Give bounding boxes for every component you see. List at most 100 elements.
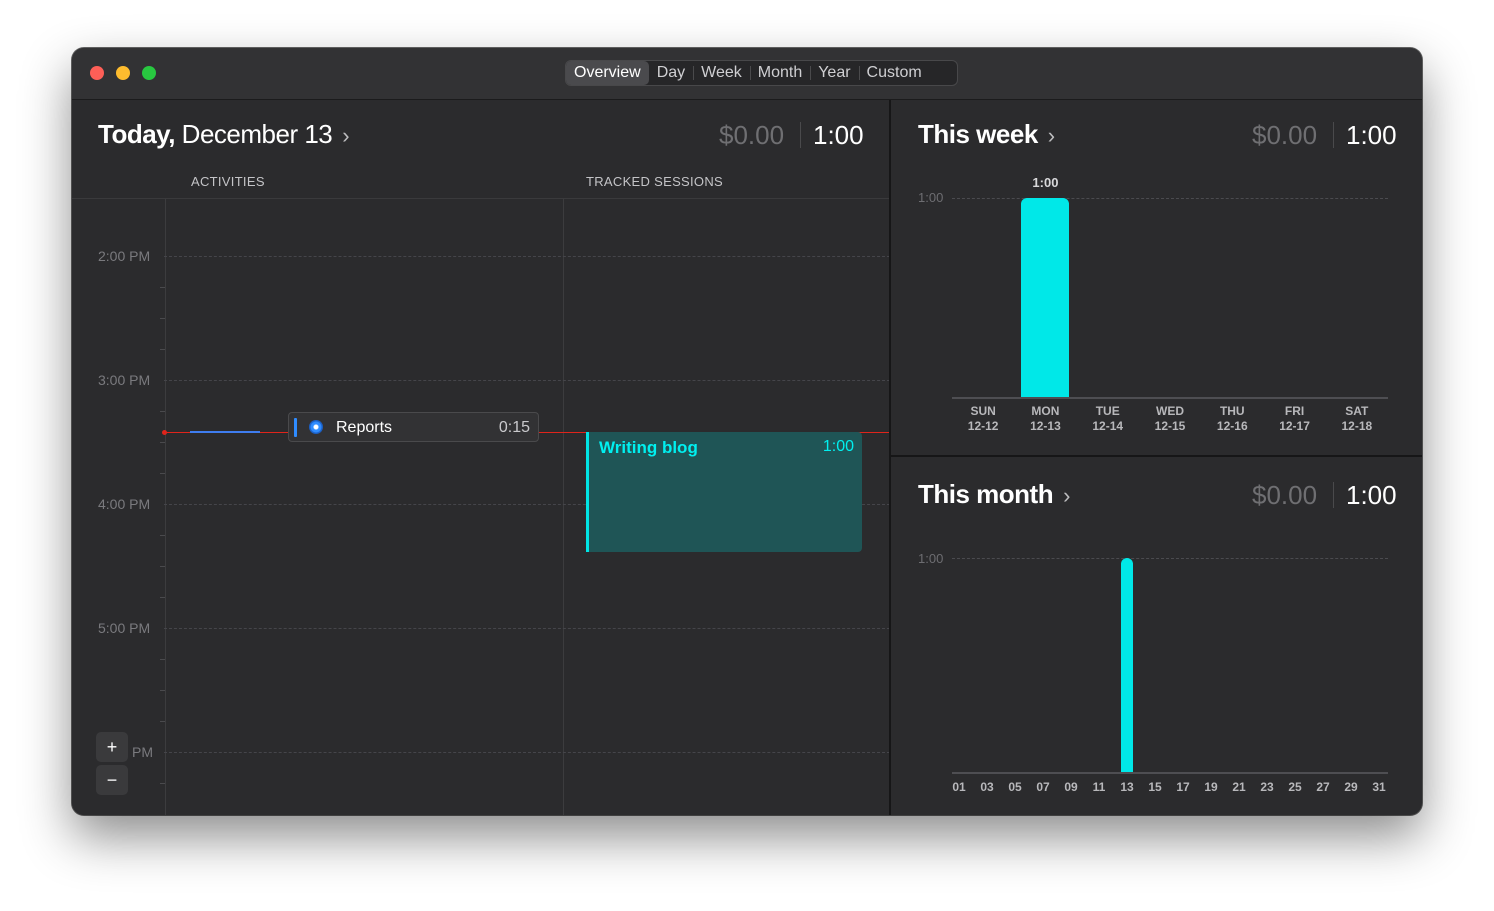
quarter-tick	[160, 659, 165, 660]
week-day-label: MON 12-13	[1030, 404, 1061, 433]
chevron-right-icon: ›	[1063, 483, 1070, 508]
hour-gridline	[164, 256, 890, 257]
app-window: Overview Day Week Month Year Custom Toda…	[72, 48, 1422, 815]
hour-gridline	[164, 752, 890, 753]
week-title[interactable]: This week ›	[918, 119, 1055, 150]
month-gridline	[952, 558, 1388, 559]
activity-name: Reports	[336, 419, 393, 436]
activity-duration: 0:15	[498, 419, 530, 436]
title-bar: Overview Day Week Month Year Custom	[72, 48, 1422, 100]
hour-label: 2:00 PM	[98, 248, 151, 264]
quarter-tick	[160, 721, 165, 722]
day-timeline[interactable]: 2:00 PM 3:00 PM 4:00 PM 5:00 PM PM Repor…	[72, 198, 890, 815]
header-divider	[1333, 122, 1334, 148]
current-time-dot	[162, 430, 167, 435]
hour-label: 3:00 PM	[98, 372, 151, 388]
tab-overview[interactable]: Overview	[566, 61, 649, 85]
month-day-label: 07	[1036, 780, 1050, 794]
tracked-sessions-column-header: TRACKED SESSIONS	[586, 174, 723, 189]
quarter-tick	[160, 442, 165, 443]
week-ytick-label: 1:00	[918, 190, 944, 205]
month-money: $0.00	[1252, 480, 1318, 510]
month-day-label: 11	[1092, 780, 1106, 794]
tab-day[interactable]: Day	[649, 61, 693, 85]
week-duration: 1:00	[1346, 120, 1397, 150]
session-duration: 1:00	[822, 438, 854, 455]
month-day-label: 03	[980, 780, 994, 794]
today-money: $0.00	[719, 120, 785, 150]
week-day-label: TUE 12-14	[1092, 404, 1124, 433]
week-day-label: THU 12-16	[1216, 404, 1248, 433]
month-day-label: 31	[1372, 780, 1386, 794]
header-divider	[1333, 482, 1334, 508]
hour-label: PM	[132, 744, 153, 760]
month-day-label: 27	[1316, 780, 1330, 794]
month-day-label: 25	[1288, 780, 1302, 794]
month-duration: 1:00	[1346, 480, 1397, 510]
tab-week[interactable]: Week	[693, 61, 750, 85]
today-title-prefix: Today,	[98, 119, 175, 149]
view-segmented-control: Overview Day Week Month Year Custom	[565, 60, 958, 86]
month-day-label: 23	[1260, 780, 1274, 794]
today-title-date: December 13	[181, 119, 333, 149]
header-divider	[800, 122, 801, 148]
activity-reports[interactable]: Reports 0:15	[288, 412, 539, 442]
tab-year[interactable]: Year	[810, 61, 858, 85]
activities-column-header: ACTIVITIES	[191, 174, 265, 189]
month-title[interactable]: This month ›	[918, 479, 1070, 510]
reports-app-icon	[309, 420, 323, 434]
session-name: Writing blog	[599, 438, 698, 457]
quarter-tick	[160, 783, 165, 784]
month-day-label: 17	[1176, 780, 1190, 794]
minimize-window-button[interactable]	[116, 66, 130, 80]
month-day-label: 09	[1064, 780, 1078, 794]
quarter-tick	[160, 597, 165, 598]
month-baseline	[952, 772, 1388, 774]
quarter-tick	[160, 690, 165, 691]
month-day-label: 13	[1120, 780, 1134, 794]
month-day-label: 21	[1232, 780, 1246, 794]
hour-gridline	[164, 380, 890, 381]
week-day-label: FRI 12-17	[1279, 404, 1310, 433]
activity-accent	[294, 418, 297, 437]
activity-span-bar[interactable]	[190, 431, 260, 433]
week-day-label: SUN 12-12	[967, 404, 999, 433]
session-writing-blog[interactable]: Writing blog 1:00	[586, 432, 862, 552]
pane-divider-horizontal[interactable]	[891, 455, 1422, 457]
zoom-out-button[interactable]: −	[96, 765, 128, 795]
month-day-label: 29	[1344, 780, 1358, 794]
quarter-tick	[160, 473, 165, 474]
month-day-label: 15	[1148, 780, 1162, 794]
today-duration: 1:00	[813, 120, 864, 150]
week-day-label: WED 12-15	[1154, 404, 1186, 433]
hour-label: 5:00 PM	[98, 620, 151, 636]
month-title-text: This month	[918, 479, 1054, 509]
today-title[interactable]: Today, December 13 ›	[98, 119, 350, 150]
month-day-label: 19	[1204, 780, 1218, 794]
quarter-tick	[160, 535, 165, 536]
zoom-in-button[interactable]: +	[96, 732, 128, 762]
quarter-tick	[160, 566, 165, 567]
zoom-window-button[interactable]	[142, 66, 156, 80]
chevron-right-icon: ›	[342, 123, 350, 148]
tab-month[interactable]: Month	[749, 61, 810, 85]
chevron-right-icon: ›	[1047, 123, 1055, 148]
week-bar[interactable]	[1021, 198, 1070, 397]
hour-gridline	[164, 628, 890, 629]
week-gridline	[952, 198, 1388, 199]
timeline-axis	[165, 199, 166, 815]
quarter-tick	[160, 411, 165, 412]
tab-custom[interactable]: Custom	[858, 61, 930, 85]
month-bar[interactable]	[1121, 558, 1133, 772]
week-baseline	[952, 397, 1388, 399]
week-bar-value-label: 1:00	[1032, 175, 1059, 190]
week-money: $0.00	[1252, 120, 1318, 150]
column-divider	[563, 199, 564, 815]
week-day-label: SAT 12-18	[1341, 404, 1373, 433]
quarter-tick	[160, 349, 165, 350]
close-window-button[interactable]	[90, 66, 104, 80]
pane-divider-vertical[interactable]	[889, 100, 891, 815]
quarter-tick	[160, 287, 165, 288]
month-ytick-label: 1:00	[918, 551, 944, 566]
month-day-label: 05	[1008, 780, 1022, 794]
